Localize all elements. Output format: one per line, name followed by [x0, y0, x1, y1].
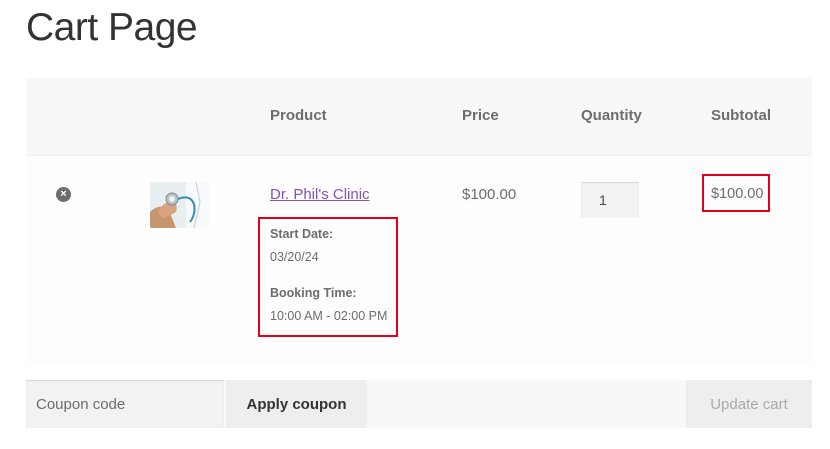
header-price: Price: [462, 107, 499, 124]
quantity-input[interactable]: [581, 182, 639, 218]
booking-time-label: Booking Time:: [270, 286, 357, 300]
item-price: $100.00: [462, 186, 517, 203]
doctor-stethoscope-image: [150, 182, 209, 228]
item-subtotal: $100.00: [711, 186, 764, 202]
table-header: Product Price Quantity Subtotal: [26, 78, 812, 155]
update-cart-button[interactable]: Update cart: [686, 380, 812, 428]
header-product: Product: [270, 107, 327, 124]
start-date-value: 03/20/24: [270, 250, 319, 264]
product-name-link[interactable]: Dr. Phil's Clinic: [270, 186, 370, 203]
header-subtotal: Subtotal: [711, 107, 771, 124]
cart-actions: Apply coupon Update cart: [26, 380, 812, 428]
cart-table: Product Price Quantity Subtotal × Dr. Ph…: [26, 78, 812, 364]
coupon-code-input[interactable]: [26, 380, 224, 428]
header-quantity: Quantity: [581, 107, 642, 124]
subtotal-highlight: $100.00: [702, 174, 770, 212]
table-row: × Dr. Phil's Clinic Start Date: 03/20/24…: [26, 155, 812, 364]
page-title: Cart Page: [26, 6, 198, 49]
apply-coupon-button[interactable]: Apply coupon: [226, 380, 367, 428]
product-thumbnail[interactable]: [150, 182, 209, 228]
remove-item-icon[interactable]: ×: [56, 187, 71, 202]
booking-time-value: 10:00 AM - 02:00 PM: [270, 309, 388, 323]
start-date-label: Start Date:: [270, 227, 334, 241]
booking-meta-highlight: Start Date: 03/20/24 Booking Time: 10:00…: [258, 217, 398, 337]
